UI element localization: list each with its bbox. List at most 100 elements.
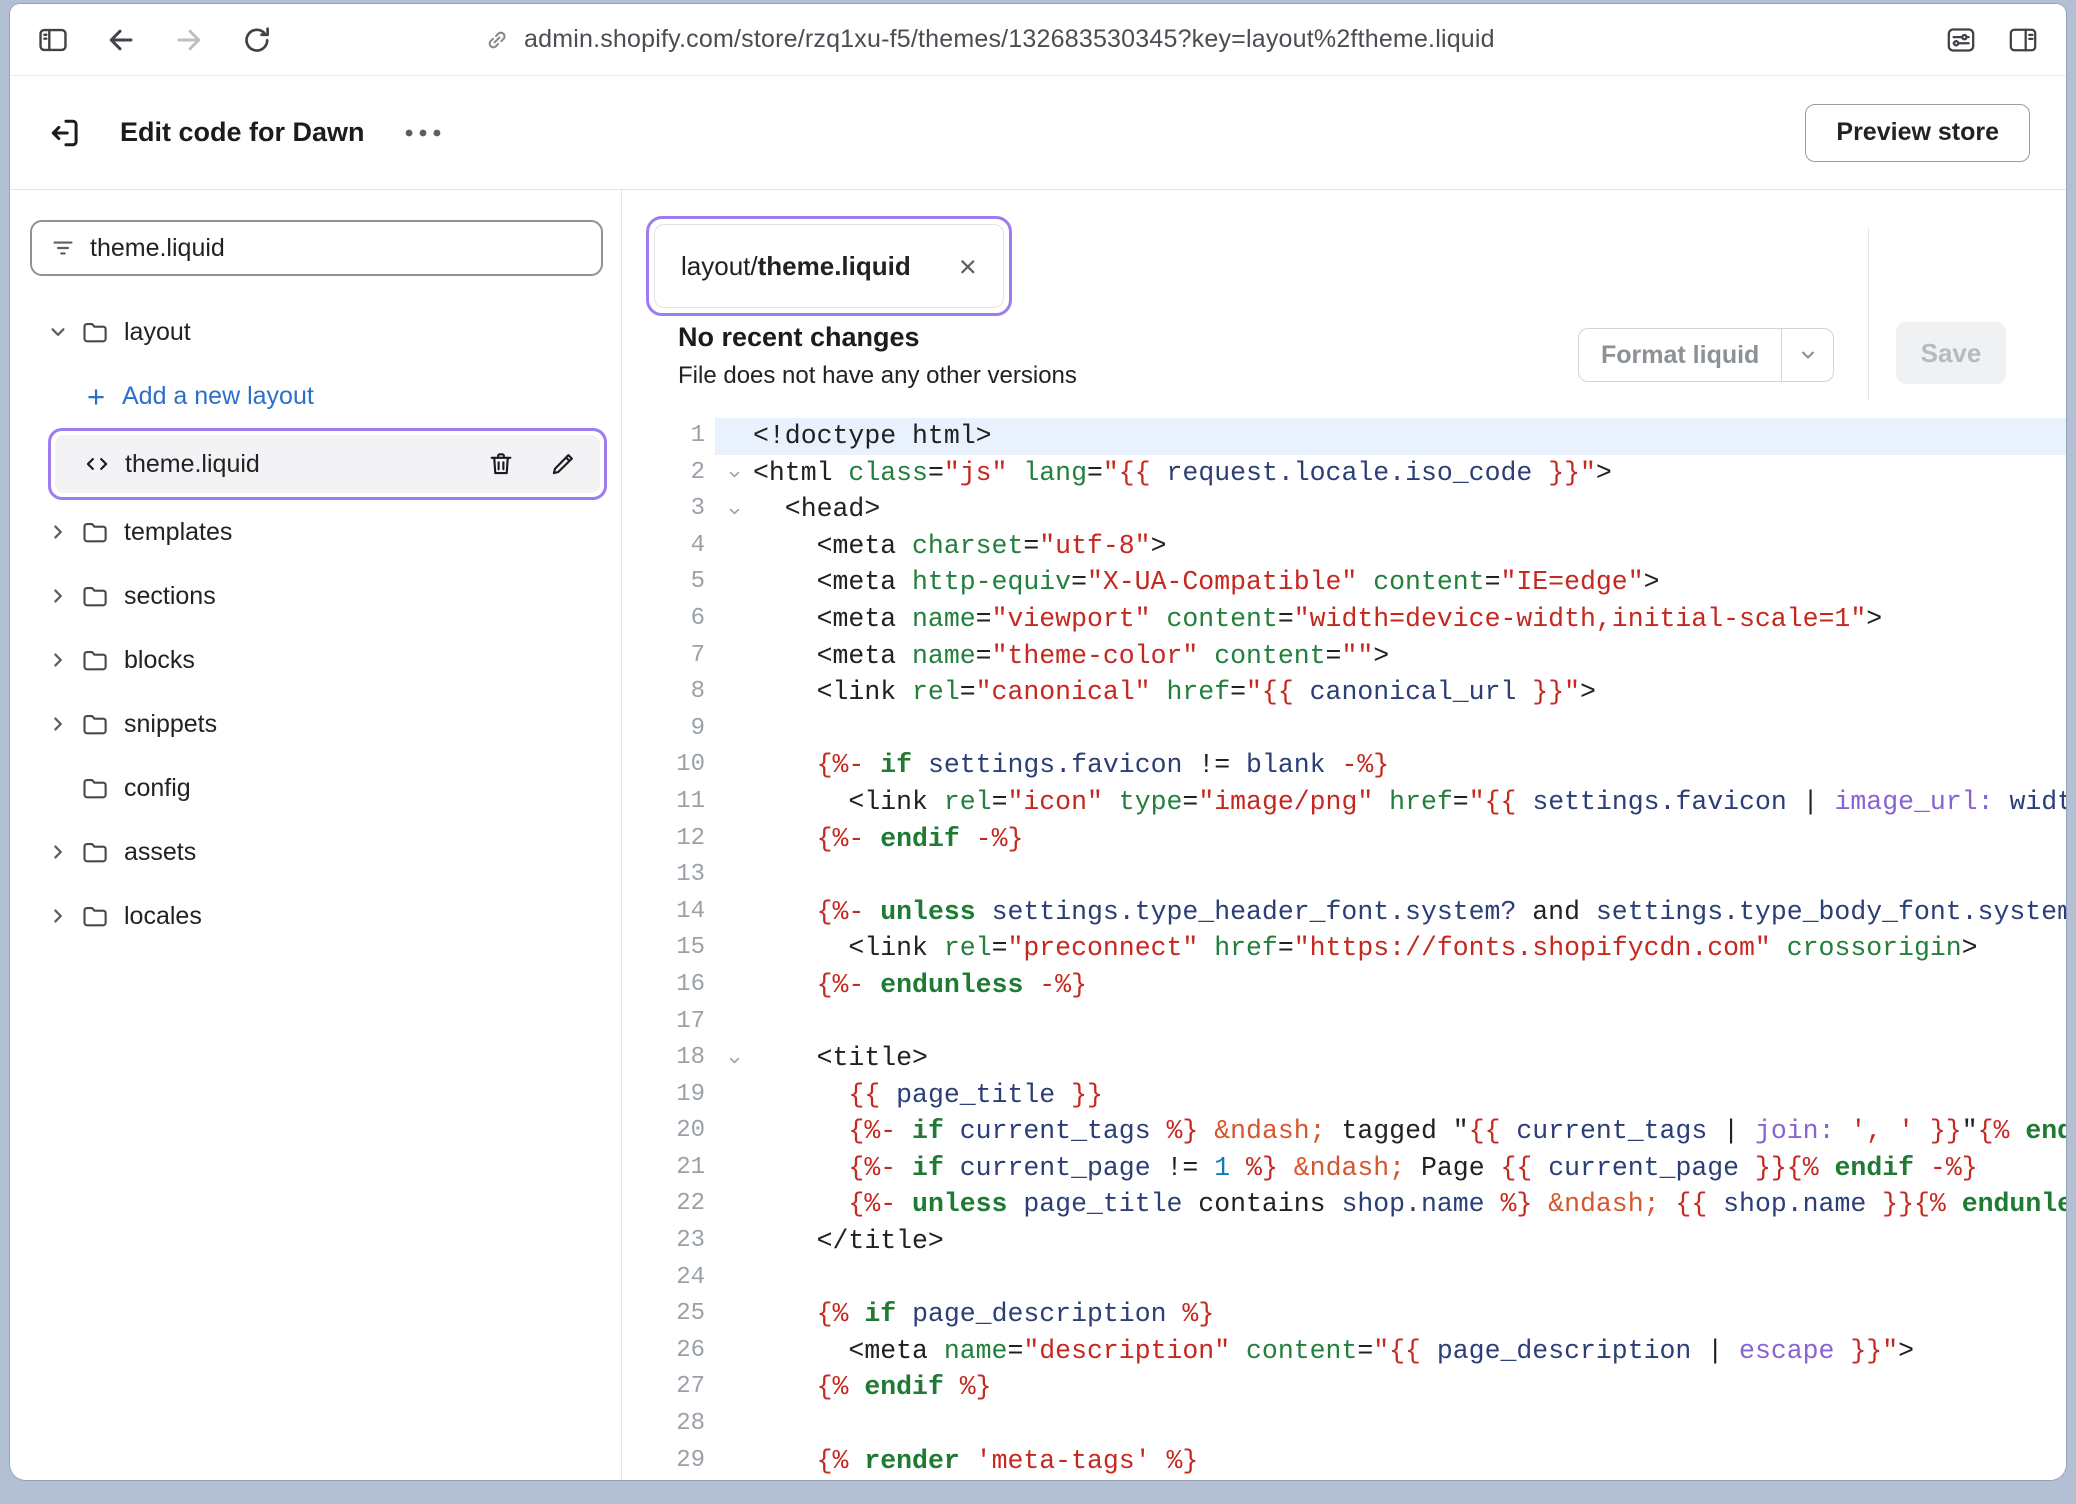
chevron-down-icon xyxy=(1797,344,1819,366)
line-number: 23 xyxy=(622,1223,715,1260)
line-number: 29 xyxy=(622,1443,715,1480)
status-title: No recent changes xyxy=(678,322,1077,353)
code-line-24[interactable]: 24 xyxy=(622,1260,2066,1297)
chevron-down-icon[interactable] xyxy=(46,320,70,344)
code-text: {{ page_title }} xyxy=(753,1077,1103,1114)
fold-toggle-icon[interactable] xyxy=(715,455,753,492)
file-search-input[interactable] xyxy=(90,234,583,263)
chevron-right-icon[interactable] xyxy=(46,712,70,736)
code-line-12[interactable]: 12 {%- endif -%} xyxy=(622,821,2066,858)
sidebar-folder-config[interactable]: config xyxy=(10,756,621,820)
code-line-25[interactable]: 25 {% if page_description %} xyxy=(622,1296,2066,1333)
preview-store-button[interactable]: Preview store xyxy=(1805,104,2030,162)
code-line-1[interactable]: 1<!doctype html> xyxy=(622,418,2066,455)
code-text: <meta charset="utf-8"> xyxy=(753,528,1167,565)
code-line-14[interactable]: 14 {%- unless settings.type_header_font.… xyxy=(622,894,2066,931)
code-line-2[interactable]: 2<html class="js" lang="{{ request.local… xyxy=(622,455,2066,492)
sidebar-folder-sections[interactable]: sections xyxy=(10,564,621,628)
status-subtitle: File does not have any other versions xyxy=(678,362,1077,390)
fold-spacer xyxy=(715,564,753,601)
ellipsis-icon xyxy=(404,126,442,140)
code-line-29[interactable]: 29 {% render 'meta-tags' %} xyxy=(622,1443,2066,1480)
fold-spacer xyxy=(715,1223,753,1260)
code-line-6[interactable]: 6 <meta name="viewport" content="width=d… xyxy=(622,601,2066,638)
sidebar-folder-blocks[interactable]: blocks xyxy=(10,628,621,692)
file-item-theme-liquid[interactable]: theme.liquid xyxy=(55,435,600,493)
fold-spacer xyxy=(715,711,753,748)
code-line-9[interactable]: 9 xyxy=(622,711,2066,748)
chevron-right-icon[interactable] xyxy=(46,648,70,672)
code-text: <head> xyxy=(753,491,880,528)
code-line-7[interactable]: 7 <meta name="theme-color" content=""> xyxy=(622,638,2066,675)
fold-spacer xyxy=(715,1004,753,1041)
delete-file-button[interactable] xyxy=(486,449,516,479)
fold-spacer xyxy=(715,967,753,1004)
reload-button[interactable] xyxy=(240,23,274,57)
more-actions-button[interactable] xyxy=(401,118,445,148)
rename-file-button[interactable] xyxy=(548,449,578,479)
add-new-layout-button[interactable]: +Add a new layout xyxy=(10,364,621,428)
sidebar-folder-assets[interactable]: assets xyxy=(10,820,621,884)
code-line-3[interactable]: 3 <head> xyxy=(622,491,2066,528)
chevron-right-icon[interactable] xyxy=(46,840,70,864)
code-editor[interactable]: 1<!doctype html>2<html class="js" lang="… xyxy=(622,418,2066,1480)
file-search[interactable] xyxy=(30,220,603,276)
code-line-5[interactable]: 5 <meta http-equiv="X-UA-Compatible" con… xyxy=(622,564,2066,601)
tab-theme-liquid[interactable]: layout/theme.liquid × xyxy=(654,224,1004,308)
chevron-right-icon[interactable] xyxy=(46,584,70,608)
forward-button[interactable] xyxy=(172,23,206,57)
code-line-20[interactable]: 20 {%- if current_tags %} &ndash; tagged… xyxy=(622,1113,2066,1150)
code-line-19[interactable]: 19 {{ page_title }} xyxy=(622,1077,2066,1114)
code-text: <meta name="description" content="{{ pag… xyxy=(753,1333,1914,1370)
code-line-11[interactable]: 11 <link rel="icon" type="image/png" hre… xyxy=(622,784,2066,821)
fold-spacer xyxy=(715,894,753,931)
format-liquid-dropdown[interactable] xyxy=(1781,329,1833,381)
chevron-right-icon[interactable] xyxy=(46,904,70,928)
code-line-27[interactable]: 27 {% endif %} xyxy=(622,1369,2066,1406)
file-label: theme.liquid xyxy=(125,450,260,479)
chevron-spacer xyxy=(46,776,70,800)
code-line-26[interactable]: 26 <meta name="description" content="{{ … xyxy=(622,1333,2066,1370)
line-number: 15 xyxy=(622,930,715,967)
line-number: 5 xyxy=(622,564,715,601)
link-icon xyxy=(484,27,510,53)
fold-spacer xyxy=(715,638,753,675)
sidebar-folder-locales[interactable]: locales xyxy=(10,884,621,948)
code-line-8[interactable]: 8 <link rel="canonical" href="{{ canonic… xyxy=(622,674,2066,711)
code-line-16[interactable]: 16 {%- endunless -%} xyxy=(622,967,2066,1004)
code-line-18[interactable]: 18 <title> xyxy=(622,1040,2066,1077)
save-button[interactable]: Save xyxy=(1896,322,2006,384)
code-line-21[interactable]: 21 {%- if current_page != 1 %} &ndash; P… xyxy=(622,1150,2066,1187)
code-line-4[interactable]: 4 <meta charset="utf-8"> xyxy=(622,528,2066,565)
code-line-17[interactable]: 17 xyxy=(622,1004,2066,1041)
chevron-down-icon xyxy=(726,466,743,483)
fold-spacer xyxy=(715,1443,753,1480)
sidebar-folder-templates[interactable]: templates xyxy=(10,500,621,564)
split-view-button[interactable] xyxy=(2006,23,2040,57)
sidebar-folder-layout[interactable]: layout xyxy=(10,300,621,364)
sidebar-folder-snippets[interactable]: snippets xyxy=(10,692,621,756)
code-line-23[interactable]: 23 </title> xyxy=(622,1223,2066,1260)
fold-spacer xyxy=(715,747,753,784)
fold-toggle-icon[interactable] xyxy=(715,491,753,528)
sidebar-toggle-button[interactable] xyxy=(36,23,70,57)
code-line-15[interactable]: 15 <link rel="preconnect" href="https://… xyxy=(622,930,2066,967)
forward-arrow-icon xyxy=(172,23,206,57)
chevron-right-icon[interactable] xyxy=(46,520,70,544)
code-line-10[interactable]: 10 {%- if settings.favicon != blank -%} xyxy=(622,747,2066,784)
code-line-22[interactable]: 22 {%- unless page_title contains shop.n… xyxy=(622,1186,2066,1223)
code-text: {% if page_description %} xyxy=(753,1296,1214,1333)
format-liquid-button[interactable]: Format liquid xyxy=(1578,328,1834,382)
page-settings-button[interactable] xyxy=(1944,23,1978,57)
address-bar[interactable]: admin.shopify.com/store/rzq1xu-f5/themes… xyxy=(484,25,1495,54)
back-button[interactable] xyxy=(104,23,138,57)
line-number: 10 xyxy=(622,747,715,784)
close-tab-button[interactable]: × xyxy=(959,251,977,282)
fold-toggle-icon[interactable] xyxy=(715,1040,753,1077)
line-number: 25 xyxy=(622,1296,715,1333)
code-line-13[interactable]: 13 xyxy=(622,857,2066,894)
fold-spacer xyxy=(715,784,753,821)
page-title: Edit code for Dawn xyxy=(120,117,365,148)
exit-button[interactable] xyxy=(46,114,84,152)
code-line-28[interactable]: 28 xyxy=(622,1406,2066,1443)
